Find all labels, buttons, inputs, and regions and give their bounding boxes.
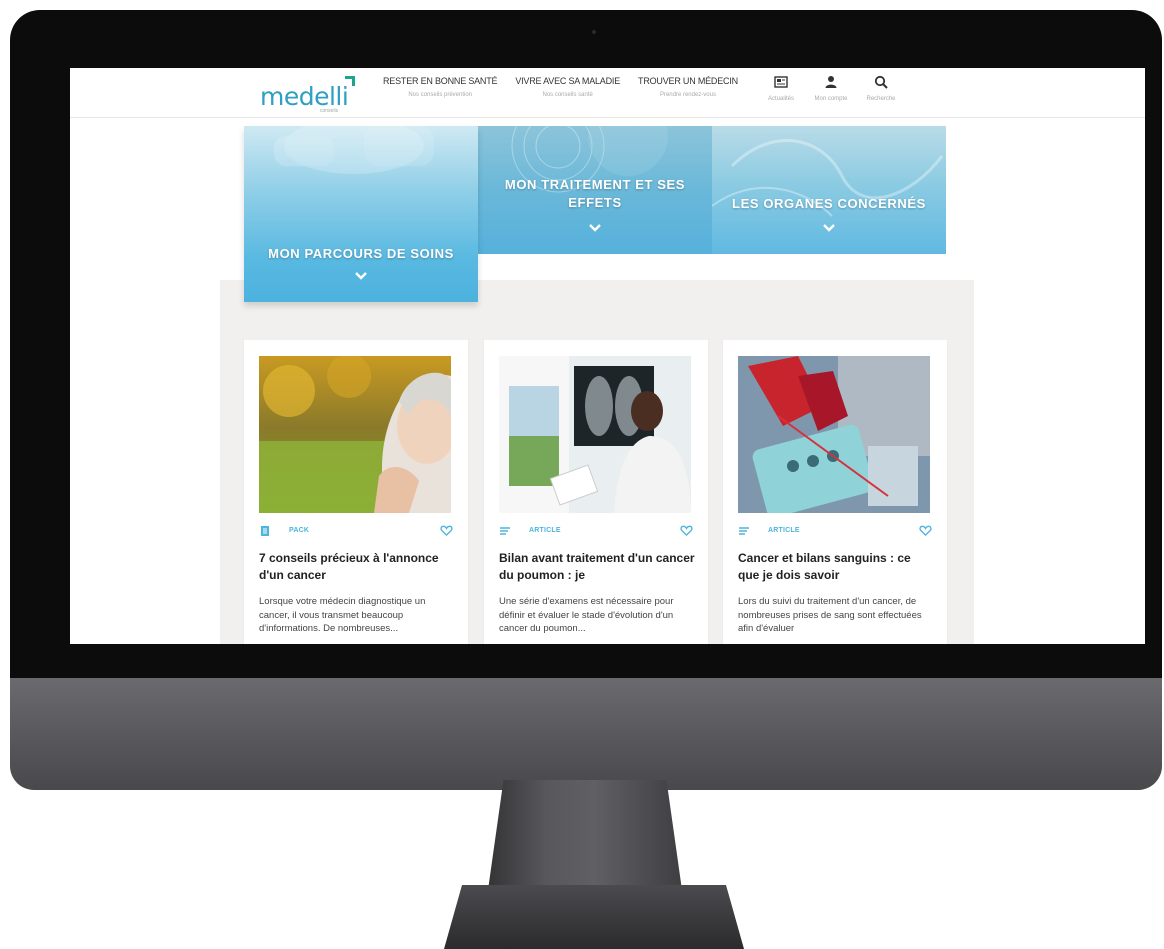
card-excerpt: Lorsque votre médecin diagnostique un ca… [259,596,426,634]
hero-tile-traitement[interactable]: MON TRAITEMENT ET SES EFFETS [478,126,712,254]
search-icon [874,75,888,89]
account-button[interactable]: Mon compte [806,72,856,102]
nav-sublabel: Nos conseils santé [542,92,593,98]
nav-label: TROUVER UN MÉDECIN [638,76,738,86]
monitor-chin [10,678,1162,790]
card-image [738,356,930,513]
nav-item-trouver-medecin[interactable]: TROUVER UN MÉDECIN Prendre rendez-vous [629,76,747,110]
pack-icon [261,526,269,536]
hero-tile-parcours[interactable]: MON PARCOURS DE SOINS [244,126,478,302]
hero-tile-label: MON PARCOURS DE SOINS [268,246,454,261]
chevron-down-icon [355,272,367,280]
nav-sublabel: Prendre rendez-vous [659,92,716,98]
card-meta: PACK [259,525,455,539]
newspaper-icon [774,76,788,88]
logo-mark-icon [345,76,355,86]
blood-bags-image [738,356,930,513]
card-title[interactable]: 7 conseils précieux à l'annonce d'un can… [259,550,455,584]
nav-item-vivre-maladie[interactable]: VIVRE AVEC SA MALADIE Nos conseils santé [506,76,629,110]
chevron-down-icon [823,224,835,232]
card-meta: ARTICLE [499,525,695,539]
article-icon [739,527,749,535]
card-image [499,356,691,513]
hero-tile-label: MON TRAITEMENT ET SES EFFETS [504,177,686,210]
nav-sublabel: Nos conseils prévention [408,92,473,98]
tile-background-image [712,139,944,217]
hero-tiles: MON TRAITEMENT ET SES EFFETS LES ORGANES… [244,126,946,316]
nav-label: RESTER EN BONNE SANTÉ [383,76,498,86]
search-button[interactable]: Recherche [856,72,906,102]
monitor-stand-base [444,885,744,949]
heart-icon[interactable] [919,524,932,537]
card-type-label: ARTICLE [768,527,800,534]
heart-icon[interactable] [680,524,693,537]
monitor: medelli conseils RESTER EN BONNE SANTÉ N… [10,10,1162,790]
hero-tile-label: LES ORGANES CONCERNÉS [732,196,926,211]
woman-portrait-image [259,356,451,513]
article-icon [500,527,510,535]
card-type-label: ARTICLE [529,527,561,534]
hero-tile-organes[interactable]: LES ORGANES CONCERNÉS [712,126,946,254]
account-label: Mon compte [814,96,848,102]
nav-label: VIVRE AVEC SA MALADIE [515,76,621,86]
news-label: Actualités [767,96,794,102]
card-excerpt: Une série d'examens est nécessaire pour … [499,596,674,634]
chevron-down-icon [589,224,601,232]
site-logo[interactable]: medelli conseils [260,74,360,114]
heart-icon[interactable] [440,524,453,537]
news-button[interactable]: Actualités [756,72,806,102]
nav-item-bonne-sante[interactable]: RESTER EN BONNE SANTÉ Nos conseils préve… [374,76,506,110]
card-image [259,356,451,513]
card-excerpt: Lors du suivi du traitement d'un cancer,… [738,596,922,634]
logo-tagline: conseils [320,108,339,114]
screen: medelli conseils RESTER EN BONNE SANTÉ N… [70,68,1145,644]
site-header: medelli conseils RESTER EN BONNE SANTÉ N… [70,68,1145,118]
content-card[interactable]: PACK 7 conseils précieux à l'annonce d'u… [244,340,468,644]
logo-text: medelli [260,82,349,111]
card-type-label: PACK [289,527,310,534]
card-title[interactable]: Bilan avant traitement d'un cancer du po… [499,550,695,584]
monitor-bezel: medelli conseils RESTER EN BONNE SANTÉ N… [10,10,1162,678]
search-label: Recherche [866,96,896,102]
doctor-xray-image [499,356,691,513]
user-icon [825,76,837,88]
camera [592,30,596,34]
main-nav: RESTER EN BONNE SANTÉ Nos conseils préve… [374,76,747,110]
content-card[interactable]: ARTICLE Bilan avant traitement d'un canc… [484,340,708,644]
header-tools: Actualités Mon compte Recherche [756,72,906,102]
card-title[interactable]: Cancer et bilans sanguins : ce que je do… [738,550,934,584]
monitor-stand [488,780,682,890]
content-card[interactable]: ARTICLE Cancer et bilans sanguins : ce q… [723,340,947,644]
card-meta: ARTICLE [738,525,934,539]
